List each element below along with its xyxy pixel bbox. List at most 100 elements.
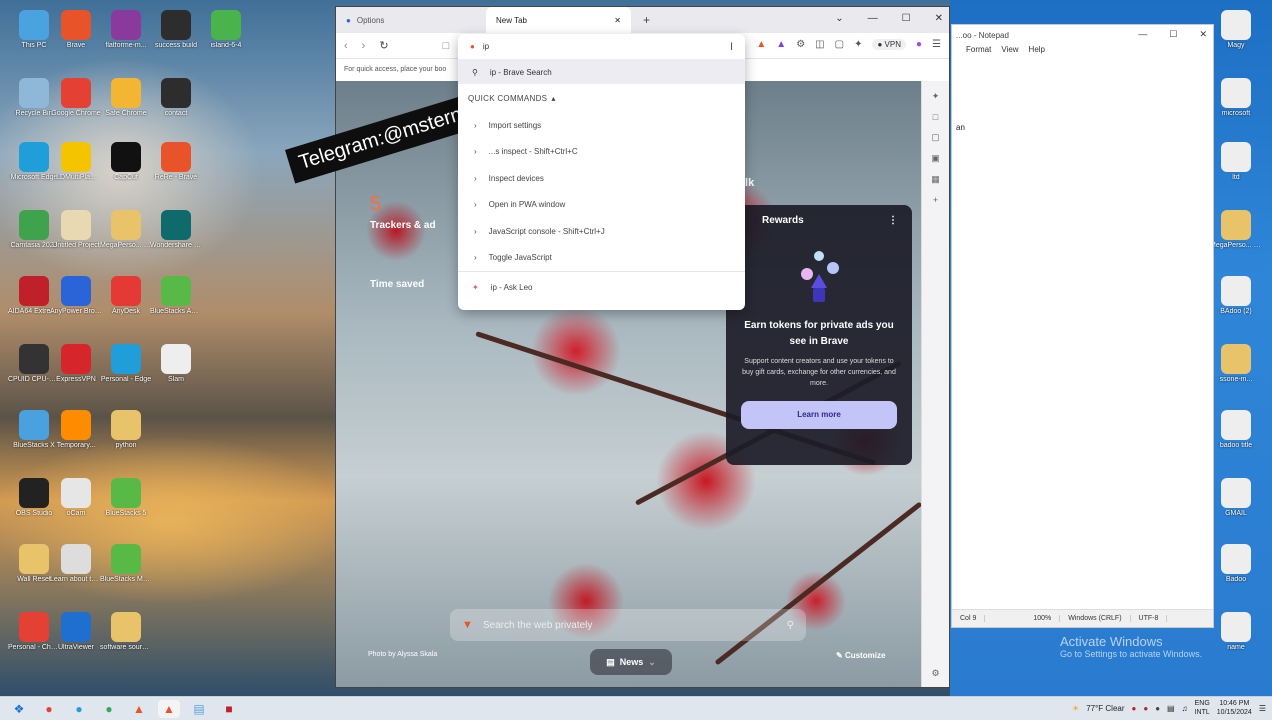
desktop-icon[interactable]: oCam [50, 478, 102, 518]
menu-view[interactable]: View [1001, 45, 1018, 59]
tray-app-icon[interactable]: ● [1155, 704, 1160, 713]
desktop-icon[interactable]: BlueStacks App Player [150, 276, 202, 316]
desktop-icon[interactable]: BlueStacks 5 [100, 478, 152, 518]
forward-icon[interactable]: › [362, 40, 366, 52]
taskbar-app-icon[interactable]: ■ [218, 700, 240, 718]
vpn-button[interactable]: ● VPN [872, 39, 906, 50]
tab-options[interactable]: ● Options [336, 7, 394, 33]
tab-search-chevron-icon[interactable]: ⌄ [835, 13, 843, 24]
close-icon[interactable]: ✕ [935, 13, 943, 24]
desktop-icon[interactable]: island-6-4 [200, 10, 252, 50]
desktop-icon[interactable]: contact [150, 78, 202, 118]
bookmark-icon[interactable]: □ [443, 40, 450, 52]
notifications-icon[interactable]: ☰ [1259, 704, 1266, 713]
history-icon[interactable]: ▣ [931, 153, 940, 164]
extensions-icon[interactable]: ⚙ [796, 39, 805, 50]
desktop-icon[interactable]: Temporary... [50, 410, 102, 450]
menu-icon[interactable]: ☰ [932, 39, 941, 50]
notepad-window[interactable]: ...oo - Notepad — ☐ ✕ Format View Help a… [951, 24, 1214, 628]
desktop-icon[interactable]: Magy [1210, 10, 1262, 50]
close-icon[interactable]: ✕ [1199, 29, 1207, 40]
brave-shields-icon[interactable]: ▲ [756, 39, 766, 50]
desktop-icon[interactable]: python [100, 410, 152, 450]
maximize-icon[interactable]: ☐ [1169, 29, 1177, 40]
desktop-icon[interactable]: Safe Chrome [100, 78, 152, 118]
add-sidebar-item-icon[interactable]: + [933, 195, 938, 205]
desktop-icon[interactable]: LDMultiPla... [50, 142, 102, 182]
clock[interactable]: 10:46 PM 10/15/2024 [1217, 699, 1252, 717]
tab-new-tab[interactable]: New Tab ✕ [486, 7, 631, 33]
desktop-icon[interactable]: name [1210, 612, 1262, 652]
desktop-icon[interactable]: ltd [1210, 142, 1262, 182]
profile-avatar[interactable]: ● [916, 39, 922, 50]
command-inspect-devices[interactable]: › Inspect devices [458, 165, 745, 192]
desktop-icon[interactable]: badoo title [1210, 410, 1262, 450]
notepad-titlebar[interactable]: ...oo - Notepad — ☐ ✕ [952, 25, 1213, 45]
customize-button[interactable]: ✎ Customize [836, 651, 885, 660]
desktop-icon[interactable]: Untitled Project [50, 210, 102, 250]
desktop-icon[interactable]: Brave [50, 10, 102, 50]
notepad-text-area[interactable]: an [952, 61, 1213, 609]
desktop-icon[interactable]: Badoo [1210, 544, 1262, 584]
sidebar-toggle-icon[interactable]: ◫ [815, 39, 824, 50]
taskbar-chrome-icon[interactable]: ● [38, 700, 60, 718]
command-open-pwa[interactable]: › Open in PWA window [458, 192, 745, 219]
wallet-icon[interactable]: ▢ [835, 39, 844, 50]
leo-sidebar-icon[interactable]: ✦ [932, 91, 940, 102]
close-tab-icon[interactable]: ✕ [614, 16, 621, 25]
network-icon[interactable]: ▤ [1167, 704, 1175, 713]
desktop-icon[interactable]: Slam [150, 344, 202, 384]
desktop-icon[interactable]: ssone-m... [1210, 344, 1262, 384]
menu-help[interactable]: Help [1029, 45, 1045, 59]
desktop-icon[interactable]: success build [150, 10, 202, 50]
start-button[interactable]: ❖ [8, 700, 30, 718]
weather-text[interactable]: 77°F Clear [1086, 704, 1124, 713]
desktop-icon[interactable]: AnyDesk [100, 276, 152, 316]
command-toggle-js[interactable]: › Toggle JavaScript [458, 245, 745, 272]
leo-icon[interactable]: ✦ [854, 39, 862, 50]
taskbar-brave-active-icon[interactable]: ▲ [158, 699, 180, 718]
desktop-icon[interactable]: AnyPower Browser [50, 276, 102, 316]
taskbar-notepad-icon[interactable]: ▤ [188, 700, 210, 718]
command-js-console[interactable]: › JavaScript console - Shift+Ctrl+J [458, 218, 745, 245]
taskbar-chrome-profile-icon[interactable]: ● [98, 700, 120, 718]
sidebar-settings-icon[interactable]: ⚙ [931, 668, 939, 679]
taskbar-edge-icon[interactable]: ● [68, 700, 90, 718]
reading-list-icon[interactable]: □ [933, 112, 938, 122]
learn-more-button[interactable]: Learn more [741, 401, 897, 429]
photo-credit[interactable]: Photo by Alyssa Skala [368, 651, 437, 658]
taskbar-brave-icon[interactable]: ▲ [128, 700, 150, 718]
menu-format[interactable]: Format [966, 45, 991, 59]
desktop-icon[interactable]: ReRe - Brave [150, 142, 202, 182]
command-elements-inspect[interactable]: › ...s inspect - Shift+Ctrl+C [458, 139, 745, 166]
desktop-icon[interactable]: microsoft [1210, 78, 1262, 118]
desktop-icon[interactable]: MegaPerso... Verification ... [1210, 210, 1262, 250]
desktop-icon[interactable]: GMAIL [1210, 478, 1262, 518]
desktop-icon[interactable]: Google Chrome [50, 78, 102, 118]
suggestion-brave-search[interactable]: ⚲ ip - Brave Search [458, 60, 745, 84]
desktop-icon[interactable]: CapCut [100, 142, 152, 182]
news-button[interactable]: ▤ News ⌄ [590, 649, 672, 675]
minimize-icon[interactable]: — [868, 13, 878, 24]
desktop-icon[interactable]: ExpressVPN [50, 344, 102, 384]
tray-app-icon[interactable]: ● [1132, 704, 1137, 713]
volume-icon[interactable]: ♫ [1182, 704, 1188, 713]
bookmarks-sidebar-icon[interactable]: ▢ [931, 132, 940, 143]
language-indicator[interactable]: ENG INTL [1195, 699, 1210, 717]
desktop-icon[interactable]: Wondershare Filmora 13 [150, 210, 202, 250]
more-options-icon[interactable]: ⋮ [888, 215, 898, 226]
search-input[interactable]: ▼ Search the web privately ⚲ [450, 609, 806, 641]
desktop-icon[interactable]: BAdoo (2) [1210, 276, 1262, 316]
command-import-settings[interactable]: › Import settings [458, 112, 745, 139]
desktop-icon[interactable]: Personal - Edge [100, 344, 152, 384]
maximize-icon[interactable]: ☐ [902, 13, 911, 24]
desktop-icon[interactable]: MegaPerso... Verification ... [100, 210, 152, 250]
search-icon[interactable]: ⚲ [787, 620, 794, 631]
desktop-icon[interactable]: software source code [100, 612, 152, 652]
new-tab-button[interactable]: + [643, 13, 650, 27]
minimize-icon[interactable]: — [1138, 29, 1147, 40]
address-input[interactable]: ● ip I [458, 34, 745, 60]
rewards-icon[interactable]: ▲ [776, 39, 786, 50]
desktop-icon[interactable]: Learn about this picture [50, 544, 102, 584]
back-icon[interactable]: ‹ [344, 40, 348, 52]
